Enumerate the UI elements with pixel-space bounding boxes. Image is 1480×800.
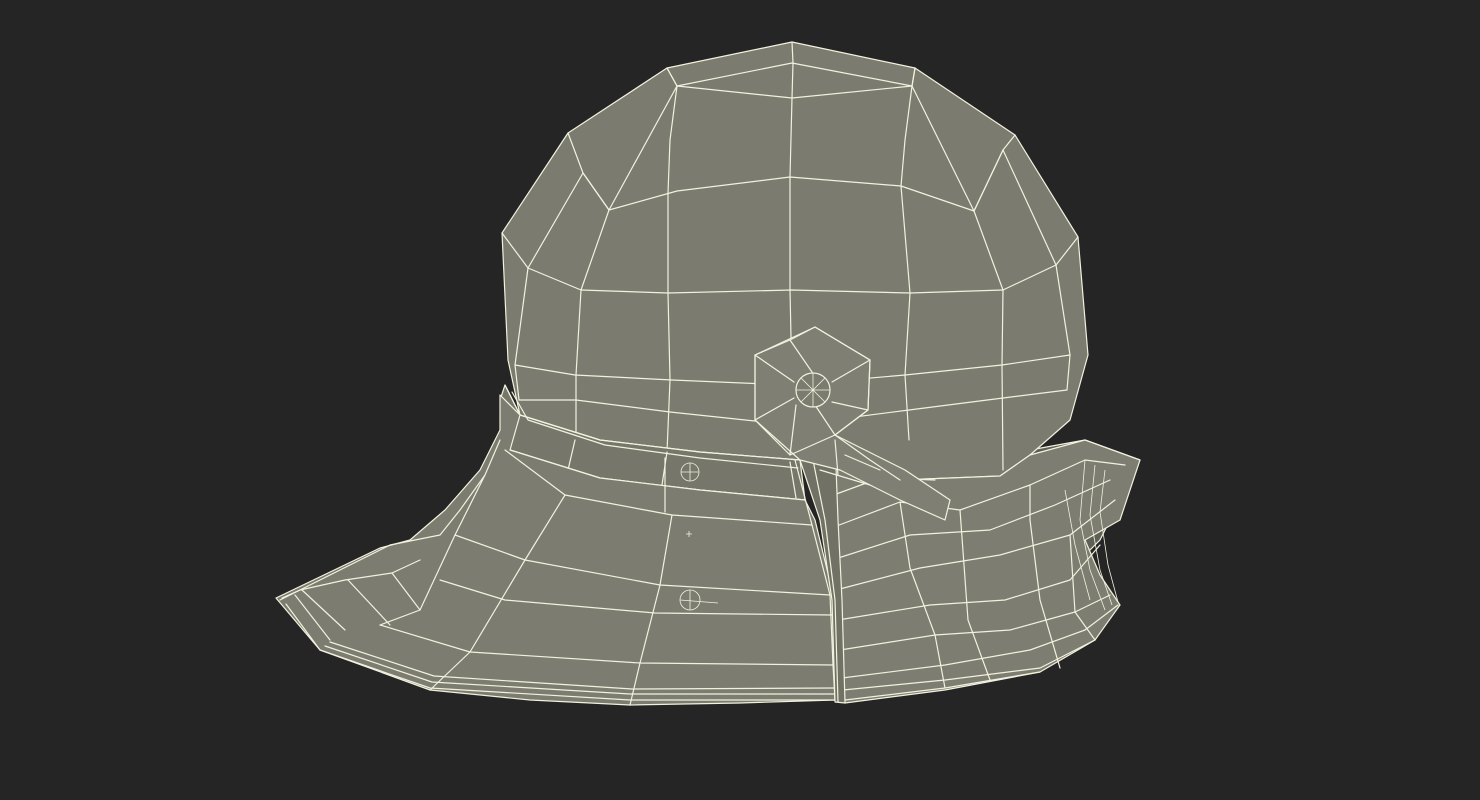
helmet-cheek-right: [804, 439, 1141, 704]
helmet-wireframe: [275, 41, 1141, 706]
3d-viewport[interactable]: [0, 0, 1480, 800]
